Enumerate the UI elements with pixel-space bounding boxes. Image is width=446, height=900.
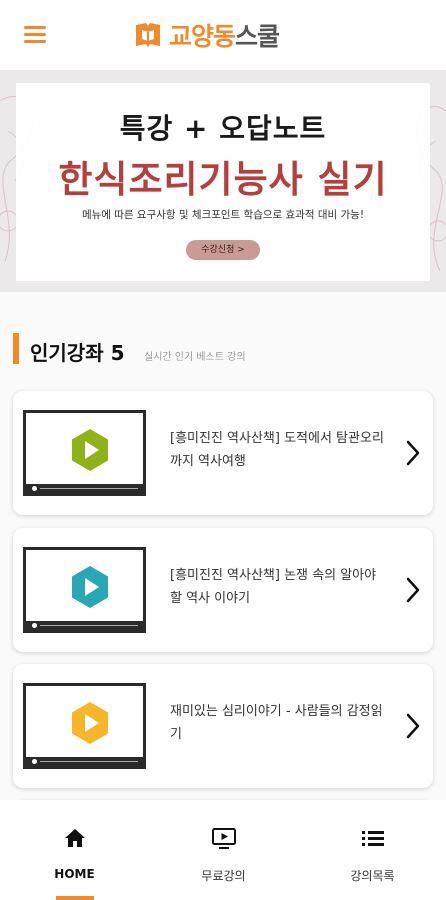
video-thumbnail [23, 410, 146, 496]
play-icon [72, 429, 108, 471]
course-title: 재미있는 심리이야기 - 사람들의 감정읽기 [170, 704, 383, 742]
course-card[interactable]: [흥미진진 역사산책] 도적에서 탐관오리까지 역사여행 [13, 391, 433, 515]
tab-label: 무료강의 [201, 869, 246, 883]
tab-label: HOME [54, 867, 95, 881]
banner-description: 메뉴에 따른 요구사항 및 체크포인트 학습으로 효과적 대비 가능! [81, 209, 365, 221]
section-subtitle: 실시간 인기 베스트 강의 [144, 352, 246, 363]
logo-text: 교양동스쿨 [169, 17, 280, 53]
menu-icon[interactable] [24, 26, 46, 44]
home-icon [64, 829, 85, 847]
bottom-tab-bar: HOME 무료강의 강의목록 [0, 800, 446, 900]
video-thumbnail [23, 547, 146, 633]
list-icon [361, 831, 384, 846]
promo-banner[interactable]: 특강 + 오답노트 한식조리기능사 실기 메뉴에 따른 요구사항 및 체크포인트… [0, 71, 446, 292]
tab-home[interactable]: HOME [0, 800, 149, 900]
video-thumbnail [23, 683, 146, 769]
banner-subtitle: 특강 + 오답노트 [119, 112, 327, 145]
play-icon [72, 566, 108, 608]
play-icon [72, 702, 108, 744]
logo-text-b: 스쿨 [235, 22, 280, 51]
course-title: [흥미진진 역사산책] 도적에서 탐관오리까지 역사여행 [170, 431, 384, 469]
app-logo[interactable]: 교양동스쿨 [133, 17, 280, 53]
app-header: 교양동스쿨 [0, 0, 446, 71]
chevron-right-icon [406, 577, 420, 603]
enroll-button[interactable]: 수강신청 > [186, 240, 260, 260]
chevron-right-icon [406, 440, 420, 466]
play-screen-icon [211, 828, 236, 849]
chevron-right-icon [406, 713, 420, 739]
course-title: [흥미진진 역사산책] 논쟁 속의 알아야 할 역사 이야기 [170, 568, 377, 606]
tab-free-lectures[interactable]: 무료강의 [149, 800, 298, 900]
course-card[interactable]: 재미있는 심리이야기 - 사람들의 감정읽기 [13, 664, 433, 788]
logo-book-icon [136, 23, 160, 47]
banner-title: 한식조리기능사 실기 [58, 158, 388, 201]
section-accent-bar [13, 333, 19, 364]
banner-card: 특강 + 오답노트 한식조리기능사 실기 메뉴에 따른 요구사항 및 체크포인트… [16, 83, 430, 281]
active-tab-indicator [56, 896, 94, 900]
logo-text-a: 교양동 [169, 22, 236, 51]
section-title: 인기강좌 5 [30, 341, 125, 365]
tab-course-list[interactable]: 강의목록 [298, 800, 446, 900]
course-card[interactable]: [흥미진진 역사산책] 논쟁 속의 알아야 할 역사 이야기 [13, 528, 433, 652]
tab-label: 강의목록 [350, 869, 395, 883]
